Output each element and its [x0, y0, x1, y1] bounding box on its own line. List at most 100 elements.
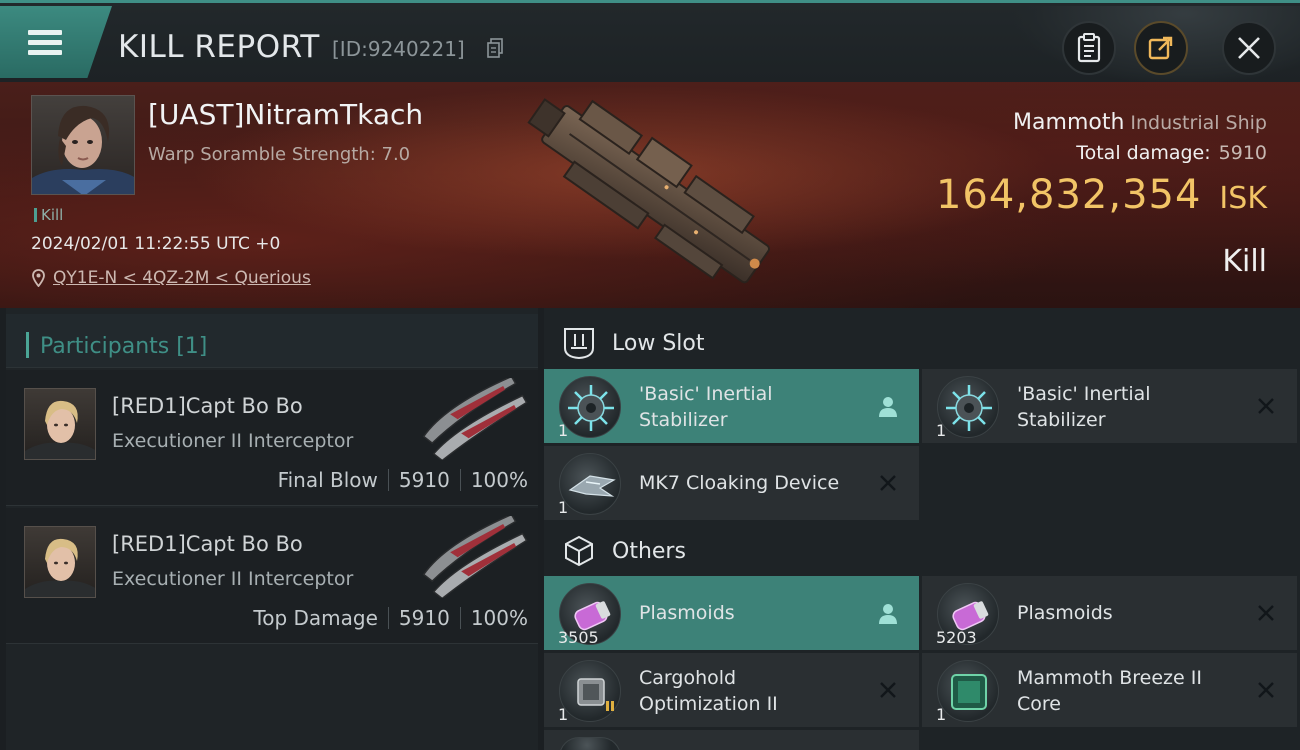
item-name: Plasmoids [1017, 600, 1247, 626]
item-cell[interactable]: 1 Mammoth Breeze II Core [922, 653, 1297, 727]
item-name: Mammoth Breeze II Core [1017, 665, 1247, 717]
top-bar: KILL REPORT [ID:9240221] [0, 0, 1300, 85]
participant-stats: Top Damage 5910 100% [253, 606, 528, 630]
total-damage-label: Total damage: [1076, 142, 1211, 164]
item-cell-partial[interactable] [544, 730, 919, 750]
kill-tag: Kill [34, 206, 63, 224]
item-name-line1: Plasmoids [639, 602, 735, 624]
others-label: Others [612, 539, 686, 564]
item-name-line2: Optimization II [639, 693, 778, 715]
cargohold-optimization-icon [559, 660, 621, 722]
ship-name-text: Mammoth [1013, 110, 1125, 135]
close-icon [1238, 37, 1260, 59]
kill-datetime: 2024/02/01 11:22:55 UTC +0 [31, 234, 281, 254]
participant-name[interactable]: [RED1]Capt Bo Bo [112, 394, 303, 418]
participants-panel: Participants [1] [RED1]Capt Bo Bo Execut… [6, 308, 538, 750]
participant-ship: Executioner II Interceptor [112, 568, 354, 590]
cube-icon [565, 535, 593, 567]
executioner-ship-image [422, 516, 528, 598]
item-name-line1: Cargohold [639, 667, 737, 689]
close-icon[interactable] [1253, 600, 1279, 626]
participant-row[interactable]: [RED1]Capt Bo Bo Executioner II Intercep… [6, 370, 538, 506]
participant-percent: 100% [470, 606, 528, 630]
item-name: MK7 Cloaking Device [639, 470, 869, 496]
location-pin-icon [32, 269, 45, 287]
share-button[interactable] [1134, 21, 1188, 75]
item-name: 'Basic' Inertial Stabilizer [639, 381, 869, 433]
total-damage: Total damage: 5910 [1076, 142, 1267, 164]
participants-heading: Participants [1] [40, 334, 208, 359]
kill-location[interactable]: QY1E-N < 4QZ-2M < Querious [32, 268, 311, 288]
copy-icon[interactable] [487, 38, 503, 58]
item-name-line1: 'Basic' Inertial [1017, 383, 1151, 405]
isk-amount: 164,832,354 [935, 172, 1202, 218]
item-quantity: 1 [558, 498, 569, 517]
close-icon[interactable] [1253, 677, 1279, 703]
participant-ship: Executioner II Interceptor [112, 430, 354, 452]
close-button[interactable] [1222, 21, 1276, 75]
participant-damage: 5910 [398, 606, 450, 630]
item-cell[interactable]: 1 Cargohold Optimization II [544, 653, 919, 727]
item-quantity: 1 [558, 421, 569, 440]
core-chip-icon [937, 660, 999, 722]
cloaking-device-icon [559, 453, 621, 515]
victim-name[interactable]: [UAST]NitramTkach [148, 98, 423, 131]
participants-header: Participants [1] [6, 314, 538, 368]
menu-button[interactable] [0, 6, 112, 78]
person-icon[interactable] [875, 600, 901, 626]
item-name-line2: Stabilizer [639, 409, 728, 431]
report-id: [ID:9240221] [332, 37, 465, 61]
item-name-line1: Plasmoids [1017, 602, 1113, 624]
close-icon[interactable] [875, 470, 901, 496]
mammoth-ship-image [527, 98, 771, 284]
hamburger-icon [28, 30, 62, 60]
clipboard-button[interactable] [1062, 21, 1116, 75]
participant-avatar[interactable] [24, 388, 96, 460]
item-cell[interactable]: 1 'Basic' Inertial Stabilizer [544, 369, 919, 443]
item-quantity: 1 [558, 705, 569, 724]
others-header: Others [544, 520, 1300, 580]
victim-banner: [UAST]NitramTkach Warp Soramble Strength… [0, 82, 1300, 308]
low-slot-icon [564, 328, 594, 360]
inertial-stabilizer-icon [559, 376, 621, 438]
participant-role: Top Damage [253, 606, 378, 630]
item-quantity: 1 [936, 705, 947, 724]
item-cell[interactable]: 1 MK7 Cloaking Device [544, 446, 919, 520]
participant-name[interactable]: [RED1]Capt Bo Bo [112, 532, 303, 556]
ship-name: Mammoth Industrial Ship [1013, 110, 1267, 135]
executioner-ship-image [422, 378, 528, 460]
participant-avatar[interactable] [24, 526, 96, 598]
fitting-panel: Low Slot 1 'Basic' Inertial Stabilizer 1… [544, 308, 1300, 750]
participant-row[interactable]: [RED1]Capt Bo Bo Executioner II Intercep… [6, 508, 538, 644]
item-cell[interactable]: 3505 Plasmoids [544, 576, 919, 650]
item-quantity: 1 [936, 421, 947, 440]
page-title: KILL REPORT [118, 29, 320, 65]
location-link[interactable]: QY1E-N < 4QZ-2M < Querious [53, 268, 311, 288]
kill-result: Kill [1222, 244, 1267, 279]
victim-avatar[interactable] [31, 95, 135, 195]
item-name-line2: Core [1017, 693, 1061, 715]
ship-class: Industrial Ship [1130, 112, 1267, 134]
item-name-line1: MK7 Cloaking Device [639, 472, 840, 494]
item-name: Cargohold Optimization II [639, 665, 869, 717]
item-name: Plasmoids [639, 600, 869, 626]
item-cell[interactable]: 1 'Basic' Inertial Stabilizer [922, 369, 1297, 443]
item-quantity: 5203 [936, 628, 977, 647]
item-cell[interactable]: 5203 Plasmoids [922, 576, 1297, 650]
person-icon[interactable] [875, 393, 901, 419]
share-icon [1148, 36, 1173, 60]
item-name-line2: Stabilizer [1017, 409, 1106, 431]
clipboard-icon [1077, 33, 1101, 63]
warp-scramble-strength: Warp Soramble Strength: 7.0 [148, 144, 411, 165]
close-icon[interactable] [1253, 393, 1279, 419]
participant-percent: 100% [470, 468, 528, 492]
isk-unit: ISK [1219, 181, 1267, 216]
item-name: 'Basic' Inertial Stabilizer [1017, 381, 1247, 433]
total-damage-value: 5910 [1218, 142, 1267, 164]
item-name-line1: 'Basic' Inertial [639, 383, 773, 405]
isk-value: 164,832,354 ISK [936, 172, 1267, 218]
item-thumb-partial [559, 737, 621, 750]
inertial-stabilizer-icon [937, 376, 999, 438]
close-icon[interactable] [875, 677, 901, 703]
item-quantity: 3505 [558, 628, 599, 647]
